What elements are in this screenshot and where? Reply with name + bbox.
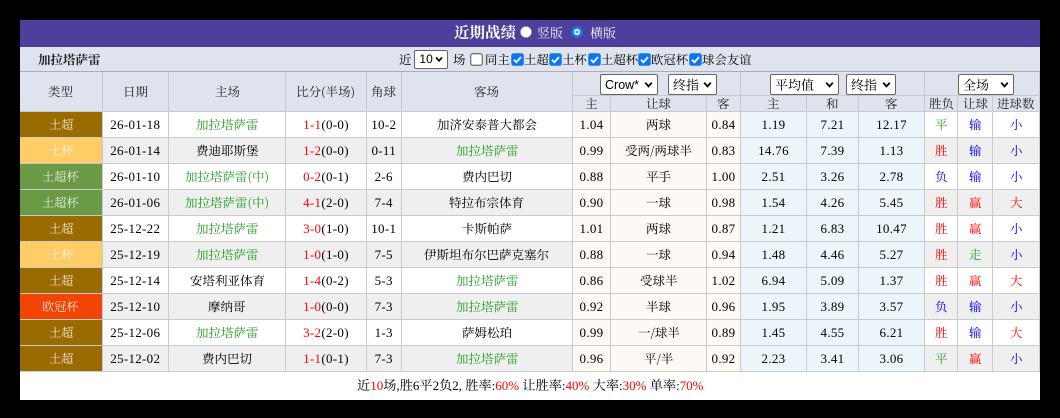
svg-text:30%: 30% xyxy=(622,378,646,393)
svg-text:10: 10 xyxy=(370,378,383,393)
svg-text:40%: 40% xyxy=(565,378,589,393)
svg-text:2: 2 xyxy=(432,378,439,393)
svg-text:2,: 2, xyxy=(452,378,462,393)
svg-text:60%: 60% xyxy=(495,378,519,393)
svg-text:6: 6 xyxy=(413,378,420,393)
svg-text:,: , xyxy=(396,378,399,393)
svg-text:70%: 70% xyxy=(679,378,703,393)
